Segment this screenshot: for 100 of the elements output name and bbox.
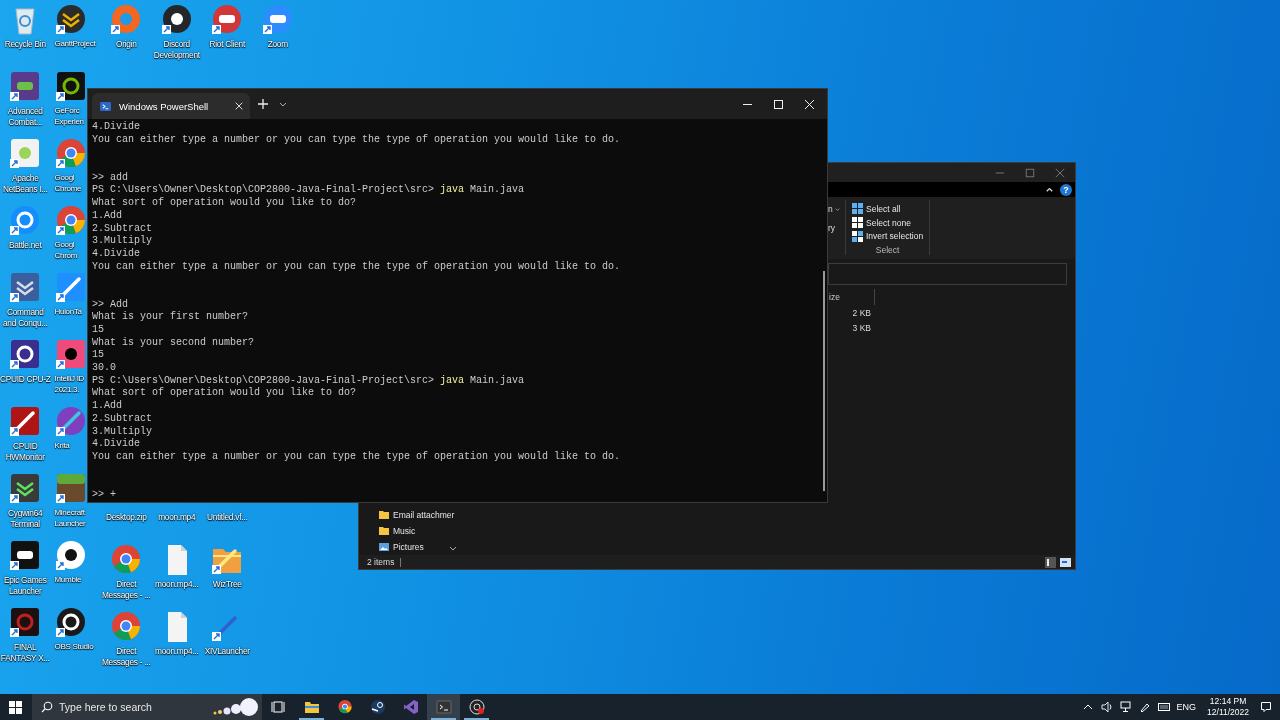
table-cell-text: 3 KB — [851, 323, 871, 333]
desktop-icon-label[interactable]: GanttProject — [54, 39, 96, 50]
nav-item[interactable]: Pictures — [379, 539, 459, 555]
close-icon[interactable] — [234, 101, 244, 111]
desktop-icon-label[interactable]: Direct Messages - ... — [101, 646, 151, 667]
desktop-icon-label[interactable]: Googl Chrome — [54, 173, 82, 194]
desktop-icon-label[interactable]: Recycle Bin — [4, 39, 46, 50]
desktop-icon-label[interactable]: FINAL FANTASY X... — [0, 642, 50, 663]
details-view-icon[interactable] — [1045, 556, 1056, 568]
desktop-icon-label[interactable]: Command and Conqu... — [3, 307, 48, 328]
terminal-line: 15 — [92, 324, 104, 337]
desktop-icon-label[interactable]: moon.mp4... — [155, 646, 199, 657]
ribbon-label[interactable]: n — [828, 204, 833, 214]
desktop-icon-label[interactable]: Direct Messages - ... — [101, 579, 151, 600]
desktop-icon-label[interactable]: Cygwin64 Terminal — [8, 508, 43, 529]
desktop-icon-label[interactable]: Minecraft Launcher — [54, 508, 86, 529]
desktop-icon-label[interactable]: Krita — [54, 441, 70, 452]
desktop-icon-label[interactable]: Riot Client — [209, 39, 245, 50]
terminal-line: What sort of operation would you like to do? — [92, 387, 357, 400]
nav-item[interactable]: Music — [379, 523, 459, 539]
app-icon — [402, 699, 419, 715]
desktop-icon-label[interactable]: Mumble — [54, 575, 82, 586]
chevron-down-icon[interactable] — [449, 544, 457, 552]
volume-icon[interactable] — [1100, 701, 1113, 713]
desktop-icon-label[interactable]: HuionTa — [54, 307, 82, 318]
app-icon[interactable] — [53, 4, 88, 36]
terminal-line: >> Add — [92, 298, 128, 311]
app-icon[interactable] — [53, 138, 88, 170]
desktop-icon-label[interactable]: Advanced Combat... — [7, 106, 43, 127]
keyboard-icon[interactable] — [1157, 701, 1170, 713]
terminal-line: 1.Add — [92, 209, 122, 223]
terminal-icon — [435, 699, 452, 715]
app-icon[interactable] — [53, 339, 88, 371]
app-icon[interactable] — [53, 205, 88, 237]
desktop-icon-label[interactable]: CPUID HWMonitor — [5, 441, 45, 462]
desktop-icon-label[interactable]: Desktop.zip — [105, 512, 147, 523]
ribbon-button[interactable]: Select all — [850, 202, 926, 216]
notification-icon[interactable] — [1260, 701, 1272, 713]
terminal-line: 30.0 — [92, 362, 116, 375]
terminal-line: 15 — [92, 349, 104, 363]
terminal-line: 4.Divide — [92, 121, 140, 134]
pen-icon[interactable] — [1138, 701, 1151, 713]
network-icon[interactable] — [1119, 701, 1132, 713]
desktop-icon-label[interactable]: GeForc Experien — [54, 106, 84, 127]
grid-icon — [852, 203, 863, 215]
desktop-icon-label[interactable]: IntelliJ ID 2021.3. — [54, 374, 85, 395]
desktop-icon-label[interactable]: Origin — [115, 39, 137, 50]
desktop-icon-label[interactable]: Epic Games Launcher — [3, 575, 47, 596]
terminal-line: What sort of operation would you like to do? — [92, 197, 357, 210]
desktop-icon-label[interactable]: OBS Studio — [54, 642, 94, 653]
app-icon[interactable] — [53, 406, 88, 438]
app-icon[interactable] — [53, 71, 88, 103]
desktop-icon-label[interactable]: WizTree — [212, 579, 242, 590]
ribbon-button[interactable]: Invert selection — [850, 229, 926, 243]
desktop-icon-label[interactable]: moon.mp4 — [158, 512, 196, 523]
app-icon[interactable] — [53, 473, 88, 505]
desktop-icon-label[interactable]: Zoom — [267, 39, 288, 50]
terminal-line: >> add — [92, 171, 128, 184]
clock[interactable]: 12:14 PM 12/11/2022 — [1203, 696, 1253, 718]
desktop-icon-label[interactable]: Discord Development — [153, 39, 200, 60]
app-icon — [369, 699, 386, 715]
plus-icon[interactable] — [256, 97, 270, 111]
app-icon[interactable] — [53, 540, 88, 572]
tiles-view-icon[interactable] — [1060, 556, 1071, 568]
terminal-tab[interactable]: Windows PowerShell — [92, 93, 250, 119]
folder-icon — [303, 699, 320, 715]
desktop-icon-label[interactable]: Untitled.vf... — [207, 512, 248, 523]
desktop-icon-label[interactable]: CPUID CPU-Z — [0, 374, 51, 385]
ribbon-label[interactable]: ry — [828, 223, 841, 233]
nav-item[interactable]: Email attachmer — [379, 507, 459, 523]
taskbar-button[interactable] — [427, 694, 460, 720]
desktop-icon-label[interactable]: moon.mp4... — [155, 579, 199, 590]
search-icon — [41, 701, 53, 713]
grid-icon — [852, 230, 863, 242]
terminal-icon — [100, 100, 111, 112]
language-indicator[interactable]: ENG — [1176, 702, 1197, 712]
terminal-line: 3.Multiply — [92, 235, 152, 248]
grid-icon — [852, 217, 863, 228]
app-icon[interactable] — [53, 607, 88, 639]
table-cell-text: 2 KB — [851, 308, 871, 318]
windows-logo-icon — [9, 700, 22, 714]
desktop-icon-label[interactable]: Apache NetBeans I... — [2, 173, 48, 194]
scrollbar[interactable] — [823, 271, 825, 491]
search-field[interactable]: Type here to search — [32, 694, 262, 720]
terminal-line: You can either type a number or you can type the type of operation you would like to do. — [92, 260, 621, 274]
terminal-line: What is your second number? — [92, 336, 255, 350]
app-icon[interactable] — [53, 272, 88, 304]
terminal-line: 3.Multiply — [92, 425, 152, 438]
app-icon — [336, 699, 353, 715]
chevron-up-icon[interactable] — [1045, 185, 1054, 194]
desktop-icon-label[interactable]: Battle.net — [8, 240, 42, 251]
help-button[interactable]: ? — [1060, 183, 1072, 196]
desktop-icon-label[interactable]: Googl Chrom — [54, 240, 77, 261]
desktop-icon-label[interactable]: XIVLauncher — [204, 646, 250, 657]
search-field[interactable] — [828, 263, 1067, 285]
app-icon[interactable] — [159, 4, 194, 36]
ribbon-button[interactable]: Select none — [850, 215, 926, 230]
ribbon-group-label: Select — [874, 245, 901, 255]
column-header[interactable]: ize — [829, 289, 875, 305]
terminal-line: You can either type a number or you can type the type of operation you would like to do. — [92, 450, 621, 464]
